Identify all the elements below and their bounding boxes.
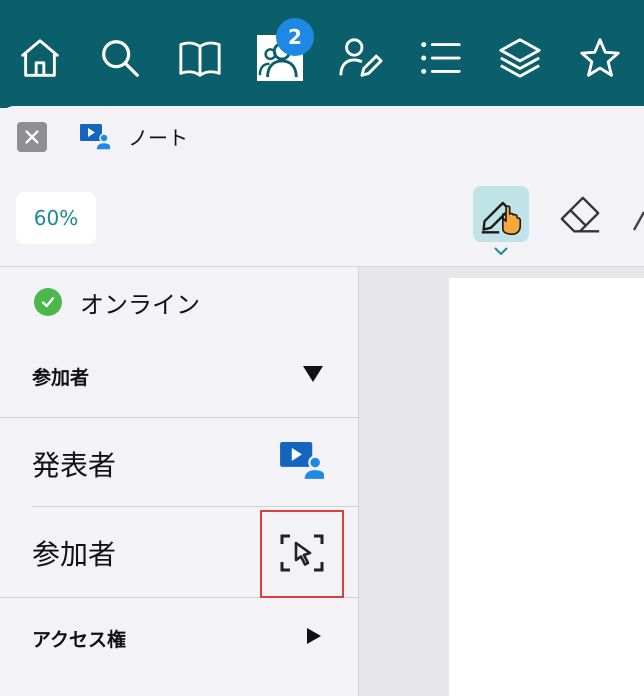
presenter-row[interactable]: 発表者	[0, 418, 358, 506]
pen-tool-icon[interactable]	[630, 206, 644, 236]
highlight-box	[260, 510, 344, 598]
presenter-icon	[280, 442, 324, 480]
star-icon[interactable]	[576, 34, 624, 82]
collapse-triangle-icon	[303, 366, 323, 382]
layers-icon[interactable]	[496, 34, 544, 82]
pen-hand-tool[interactable]	[473, 186, 529, 242]
user-edit-icon[interactable]	[336, 34, 384, 82]
status-label: オンライン	[80, 291, 200, 319]
list-icon[interactable]	[416, 34, 464, 82]
expand-triangle-icon	[307, 628, 321, 644]
eraser-tool[interactable]	[554, 190, 606, 242]
note-page[interactable]	[449, 278, 644, 696]
participants-section-header[interactable]: 参加者	[0, 351, 358, 401]
access-section-header[interactable]: アクセス権	[0, 613, 358, 663]
status-row[interactable]: オンライン	[0, 267, 358, 335]
close-icon	[25, 130, 39, 144]
presenter-label: 発表者	[32, 449, 117, 482]
tab-title[interactable]: ノート	[128, 122, 188, 151]
close-button[interactable]	[17, 122, 47, 152]
participants-sidebar: オンライン 参加者 発表者 参加者 アクセス権	[0, 267, 358, 696]
participants-section-label: 参加者	[32, 367, 90, 389]
online-status-icon	[34, 288, 62, 316]
participant-label: 参加者	[32, 538, 117, 571]
search-icon[interactable]	[96, 34, 144, 82]
zoom-level[interactable]: 60%	[16, 192, 96, 244]
home-icon[interactable]	[16, 34, 64, 82]
book-icon[interactable]	[176, 34, 224, 82]
eraser-icon	[560, 196, 600, 233]
chevron-down-icon[interactable]	[492, 246, 510, 256]
sidebar-divider	[358, 267, 359, 696]
notification-badge: 2	[276, 18, 314, 56]
pen-hand-icon	[481, 201, 522, 235]
tab-row: ノート	[0, 106, 644, 168]
note-panel: ノート 60% オンライン 参加者 発表者 参加者 アクセス権	[0, 106, 644, 696]
top-toolbar: 2	[0, 0, 644, 108]
presenter-icon	[80, 124, 110, 150]
access-section-label: アクセス権	[32, 629, 127, 651]
